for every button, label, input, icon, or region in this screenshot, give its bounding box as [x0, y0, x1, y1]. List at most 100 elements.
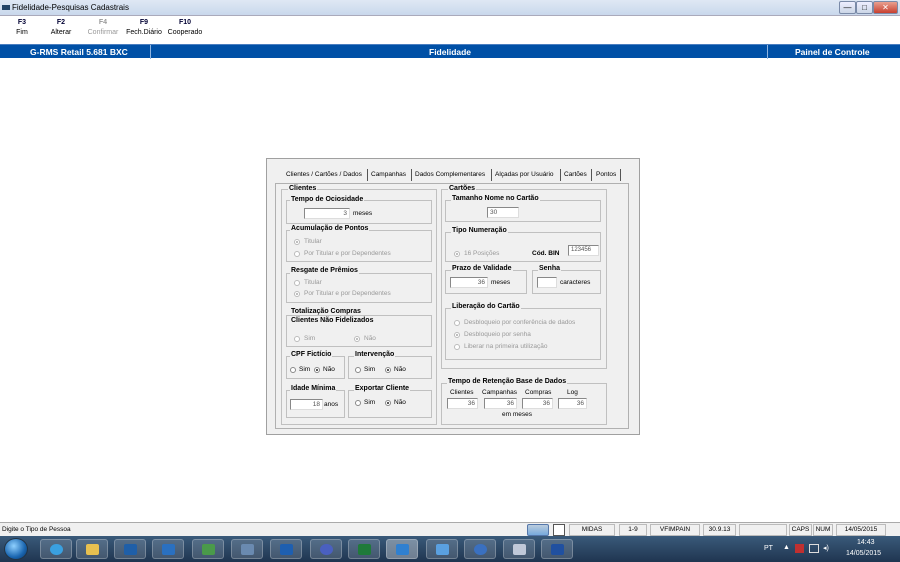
liberacao-conferencia-radio	[454, 320, 460, 326]
clock-time[interactable]: 14:43	[857, 539, 875, 546]
network-icon[interactable]	[809, 544, 819, 553]
acumulacao-group	[286, 230, 432, 262]
acumulacao-dependentes-radio	[294, 251, 300, 257]
cpf-sim-radio[interactable]	[290, 367, 296, 373]
maximize-button[interactable]: □	[856, 1, 873, 14]
status-server: MIDAS	[569, 524, 615, 536]
resgate-titular-label: Titular	[304, 279, 322, 286]
document-icon[interactable]	[553, 524, 565, 536]
acumulacao-titular-label: Titular	[304, 238, 322, 245]
remote-desktop-icon[interactable]	[426, 539, 458, 559]
idade-title: Idade Mínima	[290, 385, 337, 392]
action-center-icon[interactable]	[795, 544, 804, 553]
intervencao-nao-label: Não	[394, 366, 406, 373]
toolbar-fech-diario-button[interactable]: F9 Fech.Diário	[124, 19, 164, 36]
tab-separator	[591, 169, 592, 181]
word-icon[interactable]	[541, 539, 573, 559]
tab-pontos[interactable]: Pontos	[596, 171, 616, 178]
network-app-icon[interactable]	[310, 539, 342, 559]
status-range: 1-9	[619, 524, 647, 536]
tamanho-input[interactable]: 30	[487, 207, 519, 218]
resgate-titular-radio	[294, 280, 300, 286]
calculator-icon[interactable]	[503, 539, 535, 559]
fidelidade-panel: Clientes / Cartões / Dados Campanhas Dad…	[266, 158, 640, 435]
retencao-clientes-input[interactable]: 36	[447, 398, 478, 409]
cpf-nao-radio[interactable]	[314, 367, 320, 373]
validade-input[interactable]: 36	[450, 277, 488, 288]
cartoes-group-title: Cartões	[448, 185, 477, 192]
cpf-sim-label: Sim	[299, 366, 311, 373]
resgate-dependentes-radio	[294, 291, 300, 297]
outlook-icon[interactable]	[270, 539, 302, 559]
exportar-sim-radio[interactable]	[355, 400, 361, 406]
clock-date[interactable]: 14/05/2015	[846, 550, 881, 557]
toolbar-fim-button[interactable]: F3 Fim	[12, 19, 32, 36]
toolbar-alterar-button[interactable]: F2 Alterar	[47, 19, 75, 36]
tab-clientes-cartoes-dados[interactable]: Clientes / Cartões / Dados	[286, 171, 362, 178]
acumulacao-dependentes-label: Por Titular e por Dependentes	[304, 250, 391, 257]
senha-title: Senha	[538, 265, 562, 272]
window-title: Fidelidade-Pesquisas Cadastrais	[12, 3, 129, 12]
retencao-title: Tempo de Retenção Base de Dados	[447, 378, 568, 385]
volume-icon[interactable]: ◂)	[823, 544, 829, 552]
toolbar-cooperado-button[interactable]: F10 Cooperado	[166, 19, 204, 36]
tab-separator	[367, 169, 368, 181]
tab-cartoes[interactable]: Cartões	[564, 171, 587, 178]
intervencao-sim-radio[interactable]	[355, 367, 361, 373]
retencao-col-compras: Compras	[525, 389, 552, 396]
bin-input[interactable]: 123456	[568, 245, 599, 256]
tab-dados-complementares[interactable]: Dados Complementares	[415, 171, 485, 178]
utility-app-icon[interactable]	[464, 539, 496, 559]
status-caps: CAPS	[789, 524, 812, 536]
intervencao-nao-radio[interactable]	[385, 367, 391, 373]
windows-taskbar: PT ▲ ◂) 14:43 14/05/2015	[0, 536, 900, 562]
tab-content: Clientes Tempo de Ociosidade 3 meses Acu…	[275, 183, 629, 429]
tray-expand-icon[interactable]: ▲	[783, 544, 790, 551]
senha-input[interactable]	[537, 277, 557, 288]
status-program: VFIMPAIN	[650, 524, 700, 536]
tab-separator	[560, 169, 561, 181]
excel-icon[interactable]	[348, 539, 380, 559]
numeracao-16-label: 16 Posições	[464, 250, 500, 257]
keyboard-icon[interactable]	[527, 524, 549, 536]
intervencao-title: Intervenção	[354, 351, 396, 358]
media-player-icon[interactable]	[114, 539, 146, 559]
minimize-button[interactable]: —	[839, 1, 856, 14]
acumulacao-titular-radio	[294, 239, 300, 245]
retencao-compras-input[interactable]: 36	[522, 398, 553, 409]
start-button[interactable]	[4, 538, 28, 560]
status-date: 14/05/2015	[836, 524, 886, 536]
status-version: 30.9.13	[703, 524, 736, 536]
numeracao-16-radio	[454, 251, 460, 257]
ociosidade-input[interactable]: 3	[304, 208, 350, 219]
close-button[interactable]: ✕	[873, 1, 898, 14]
internet-explorer-icon[interactable]	[40, 539, 72, 559]
totalizacao-title-2: Clientes Não Fidelizados	[290, 317, 375, 324]
senha-unit: caracteres	[560, 279, 591, 286]
retencao-unit: em meses	[502, 411, 532, 418]
function-key-toolbar: F3 Fim F2 Alterar F4 Confirmar F9 Fech.Diári…	[0, 16, 900, 44]
idade-unit: anos	[324, 401, 339, 408]
grms-app-icon[interactable]	[386, 539, 418, 559]
header-divider	[767, 45, 768, 59]
app-icon[interactable]	[231, 539, 263, 559]
exportar-nao-radio[interactable]	[385, 400, 391, 406]
status-bar: Digite o Tipo de Pessoa MIDAS 1-9 VFIMPA…	[0, 522, 900, 536]
resgate-dependentes-label: Por Titular e por Dependentes	[304, 290, 391, 297]
status-message: Digite o Tipo de Pessoa	[2, 526, 71, 533]
retencao-log-input[interactable]: 36	[558, 398, 587, 409]
tab-campanhas[interactable]: Campanhas	[371, 171, 406, 178]
liberacao-conferencia-label: Desbloqueio por conferência de dados	[464, 319, 576, 326]
tools-app-icon[interactable]	[192, 539, 224, 559]
exportar-title: Exportar Cliente	[354, 385, 411, 392]
liberacao-title: Liberação do Cartão	[451, 303, 521, 310]
liberacao-senha-label: Desbloqueio por senha	[464, 331, 531, 338]
language-indicator[interactable]: PT	[764, 545, 773, 552]
retencao-col-campanhas: Campanhas	[482, 389, 518, 396]
idade-input[interactable]: 18	[290, 399, 323, 410]
tab-alcadas-por-usuario[interactable]: Alçadas por Usuário	[495, 171, 554, 178]
file-explorer-icon[interactable]	[76, 539, 108, 559]
retencao-campanhas-input[interactable]: 36	[484, 398, 517, 409]
lync-icon[interactable]	[152, 539, 184, 559]
liberacao-primeira-radio	[454, 344, 460, 350]
